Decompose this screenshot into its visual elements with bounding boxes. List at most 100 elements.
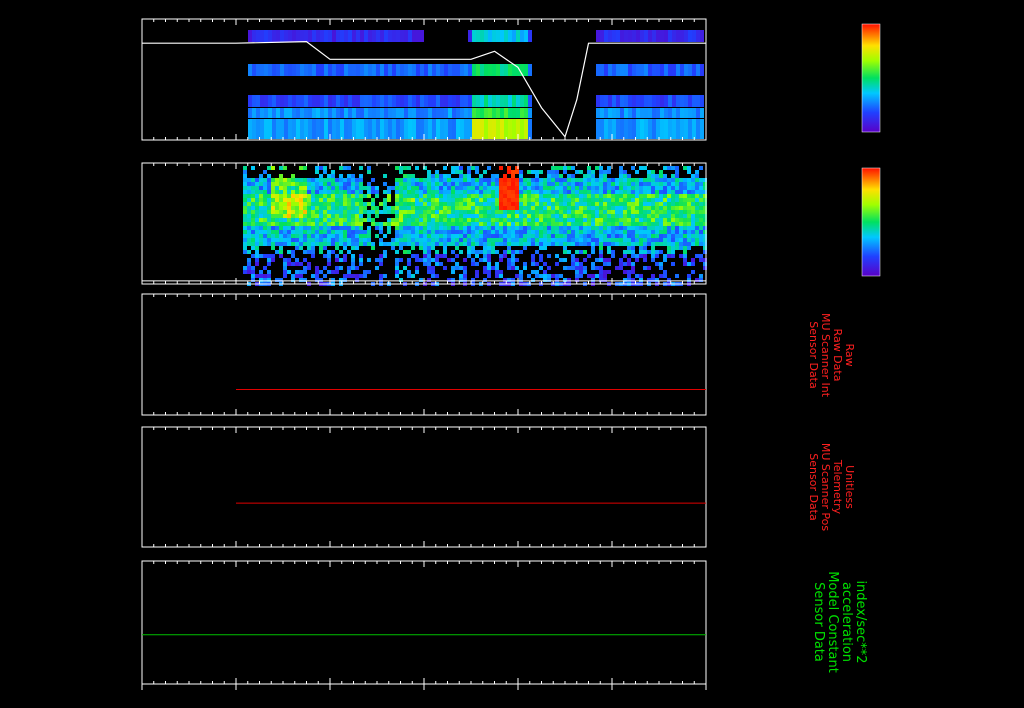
spectrogram-cell [643,218,647,222]
spectrogram-cell [331,250,335,254]
spectrogram-cell [699,198,703,202]
ytick: 3.1e+01 [81,13,128,26]
spectrogram-cell [651,226,655,230]
heatmap-cell [296,64,300,76]
spectrogram-cell [303,218,307,222]
spectrogram-cell [523,194,527,198]
spectrogram-cell [455,210,459,214]
spectrogram-cell [587,194,591,198]
spectrogram-cell [467,182,471,186]
heatmap-cell [356,119,360,139]
heatmap-cell [520,95,524,107]
heatmap-cell [324,108,328,118]
spectrogram-cell [355,266,359,270]
heatmap-cell [608,64,612,76]
heatmap-cell [484,30,488,42]
spectrogram-cell [323,178,327,182]
spectrogram-cell [691,182,695,186]
spectrogram-cell [563,194,567,198]
spectrogram-cell [287,178,291,182]
heatmap-cell [456,108,460,118]
spectrogram-cell [655,174,659,178]
spectrogram-cell [603,202,607,206]
spectrogram-cell [639,202,643,206]
heatmap-cell [288,64,292,76]
spectrogram-cell [579,222,583,226]
spectrogram-cell [463,258,467,262]
spectrogram-cell [591,246,595,250]
spectrogram-cell [555,278,559,282]
spectrogram-cell [251,230,255,234]
spectrogram-cell [583,230,587,234]
spectrogram-cell [311,190,315,194]
spectrogram-cell [267,214,271,218]
colorbar-nf: NF 10¹² 10¹¹ 10¹⁰ 10⁹ 10⁸ 10⁷ 10⁶ cnts/(… [861,15,928,133]
spectrogram-cell [547,198,551,202]
spectrogram-cell [547,278,551,282]
heatmap-cell [368,30,372,42]
spectrogram-cell [543,190,547,194]
spectrogram-cell [575,210,579,214]
spectrogram-cell [663,230,667,234]
spectrogram-cell [419,222,423,226]
heatmap-cell [480,64,484,76]
spectrogram-cell [431,202,435,206]
spectrogram-cell [511,278,515,282]
spectrogram-cell [291,202,295,206]
spectrogram-cell [699,166,703,170]
spectrogram-cell [631,166,635,170]
heatmap-cell [492,108,496,118]
spectrogram-cell [535,270,539,274]
spectrogram-cell [311,218,315,222]
spectrogram-cell [543,222,547,226]
spectrogram-cell [595,166,599,170]
spectrogram-cell [579,170,583,174]
panel-title-els: MEx ELS-01 LR [142,147,239,162]
y2label-npi: Sensor Data ESH Sun Elevation Angle degr… [757,28,806,129]
spectrogram-cell [275,226,279,230]
spectrogram-cell [655,206,659,210]
spectrogram-cell [567,198,571,202]
spectrogram-cell [451,190,455,194]
spectrogram-cell [335,238,339,242]
spectrogram-cell [319,234,323,238]
spectrogram-cell [411,202,415,206]
heatmap-cell [692,95,696,107]
spectrogram-cell [443,254,447,258]
spectrogram-cell [395,238,399,242]
heatmap-cell [480,108,484,118]
spectrogram-cell [459,198,463,202]
spectrogram-cell [575,242,579,246]
spectrogram-cell [259,242,263,246]
spectrogram-cell [675,210,679,214]
heatmap-cell [496,95,500,107]
y2tick: -0.1 [717,388,738,401]
spectrogram-cell [543,242,547,246]
spectrogram-cell [627,178,631,182]
spectrogram-cell [651,278,655,282]
spectrogram-cell [499,194,503,198]
spectrogram-cell [399,270,403,274]
spectrogram-cell [575,214,579,218]
spectrogram-cell [463,274,467,278]
heatmap-cell [296,108,300,118]
spectrogram-cell [527,186,531,190]
spectrogram-cell [347,202,351,206]
spectrogram-cell [499,222,503,226]
spectrogram-cell [279,234,283,238]
heatmap-cell [272,95,276,107]
y2label-p5: Sensor Data Model Constant acceleration … [811,571,868,673]
spectrogram-cell [591,190,595,194]
spectrogram-cell [607,234,611,238]
spectrogram-cell [659,186,663,190]
spectrogram-cell [463,202,467,206]
spectrogram-cell [575,178,579,182]
spectrogram-cell [255,226,259,230]
spectrogram-cell [599,222,603,226]
spectrogram-cell [275,230,279,234]
spectrogram-cell [591,170,595,174]
spectrogram-cell [635,222,639,226]
spectrogram-cell [303,194,307,198]
spectrogram-cell [319,218,323,222]
spectrogram-cell [251,218,255,222]
